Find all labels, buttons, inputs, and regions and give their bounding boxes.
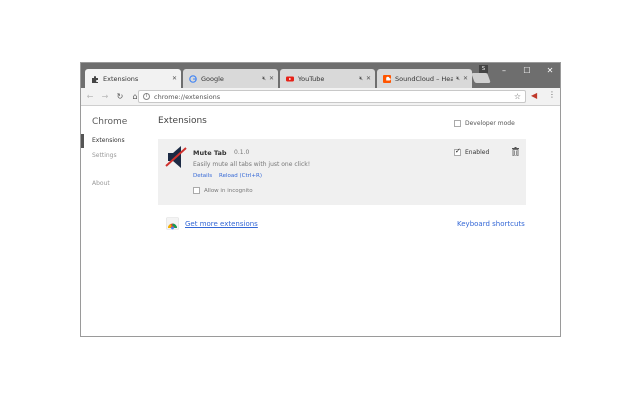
active-marker <box>81 134 84 148</box>
details-link[interactable]: Details <box>193 173 212 179</box>
developer-mode-toggle[interactable]: Developer mode <box>454 120 515 127</box>
sidebar: Chrome Extensions Settings About <box>81 107 149 336</box>
maximize-button[interactable]: ☐ <box>521 66 533 75</box>
incognito-checkbox[interactable] <box>193 187 200 194</box>
tab-label: Google <box>201 74 224 83</box>
incognito-toggle[interactable]: Allow in incognito <box>193 187 253 194</box>
tab-label: Extensions <box>103 74 139 83</box>
url-text[interactable]: chrome://extensions <box>154 93 220 101</box>
reload-button[interactable]: ↻ <box>114 91 126 103</box>
extension-card: Mute Tab 0.1.0 Easily mute all tabs with… <box>158 139 526 205</box>
browser-window: Extensions ✕ Google 🔇︎ ✕ YouTube 🔇︎ ✕ So… <box>80 62 561 337</box>
browser-toolbar: ← → ↻ ⌂ i chrome://extensions ☆ <box>81 88 560 106</box>
puzzle-icon <box>92 75 98 83</box>
mute-tab-icon <box>165 146 187 168</box>
close-icon[interactable]: ✕ <box>366 75 371 82</box>
extension-version: 0.1.0 <box>234 149 250 156</box>
muted-speaker-icon[interactable]: 🔇︎ <box>359 75 363 83</box>
tab-google[interactable]: Google 🔇︎ ✕ <box>183 69 278 88</box>
soundcloud-icon <box>383 74 391 83</box>
address-bar[interactable]: i chrome://extensions ☆ <box>138 90 526 103</box>
keyboard-shortcuts-link[interactable]: Keyboard shortcuts <box>457 220 525 228</box>
close-icon[interactable]: ✕ <box>269 75 274 82</box>
sidebar-item-about[interactable]: About <box>92 180 110 187</box>
back-button[interactable]: ← <box>84 91 96 103</box>
trash-icon[interactable] <box>512 147 519 156</box>
forward-button[interactable]: → <box>99 91 111 103</box>
page-title: Extensions <box>158 116 207 126</box>
star-icon[interactable]: ☆ <box>514 92 521 101</box>
info-icon[interactable]: i <box>143 93 150 100</box>
youtube-icon <box>286 76 294 81</box>
incognito-label: Allow in incognito <box>204 187 253 194</box>
extension-name: Mute Tab <box>193 149 227 157</box>
muted-speaker-icon[interactable]: 🔇︎ <box>262 75 266 83</box>
close-icon[interactable]: ✕ <box>463 75 468 82</box>
extension-description: Easily mute all tabs with just one click… <box>193 161 311 168</box>
tab-extensions[interactable]: Extensions ✕ <box>85 69 181 88</box>
tab-label: SoundCloud – Hear t <box>395 74 453 83</box>
tab-youtube[interactable]: YouTube 🔇︎ ✕ <box>280 69 375 88</box>
reload-link[interactable]: Reload (Ctrl+R) <box>219 173 262 179</box>
sidebar-title: Chrome <box>92 117 128 127</box>
enabled-toggle[interactable]: Enabled <box>454 147 490 156</box>
close-window-button[interactable]: ✕ <box>544 66 556 75</box>
sidebar-item-settings[interactable]: Settings <box>92 152 117 159</box>
get-more-extensions-link[interactable]: Get more extensions <box>185 220 258 228</box>
google-icon <box>189 74 197 83</box>
developer-mode-label: Developer mode <box>465 120 515 127</box>
title-bar: Extensions ✕ Google 🔇︎ ✕ YouTube 🔇︎ ✕ So… <box>81 63 560 88</box>
mute-tab-extension-icon[interactable]: ◀ <box>531 91 537 100</box>
enabled-label: Enabled <box>465 149 490 156</box>
enabled-checkbox[interactable] <box>454 147 461 156</box>
close-icon[interactable]: ✕ <box>172 75 177 82</box>
developer-mode-checkbox[interactable] <box>454 120 461 127</box>
muted-speaker-icon[interactable]: 🔇︎ <box>456 75 460 83</box>
tab-label: YouTube <box>298 74 325 83</box>
menu-dots-icon[interactable]: ⋮ <box>548 90 556 99</box>
profile-badge[interactable]: S <box>479 65 488 73</box>
new-tab-button[interactable] <box>471 73 491 83</box>
tab-soundcloud[interactable]: SoundCloud – Hear t 🔇︎ ✕ <box>377 69 472 88</box>
web-store-icon <box>166 217 179 230</box>
minimize-button[interactable]: – <box>498 66 510 75</box>
sidebar-item-extensions[interactable]: Extensions <box>92 137 125 144</box>
